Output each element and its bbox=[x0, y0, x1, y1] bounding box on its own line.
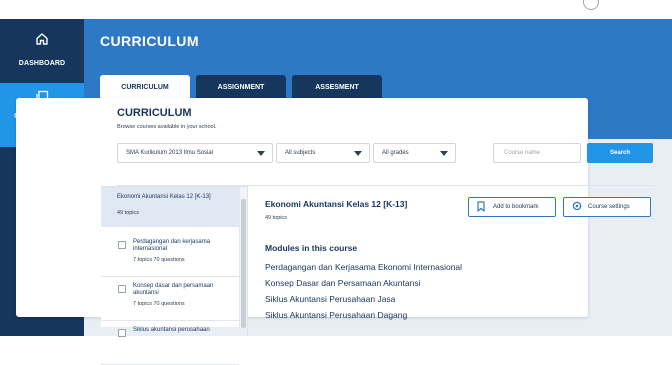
module-item[interactable]: Siklus Akuntansi Perusahaan Dagang bbox=[265, 310, 407, 320]
card-title: CURRICULUM bbox=[117, 107, 192, 119]
course-title: Ekonomi Akuntansi Kelas 12 [K-13] bbox=[117, 194, 211, 200]
list-item[interactable]: Konsep dasar dan persamaan akuntansi 7 t… bbox=[101, 277, 239, 321]
card-subtitle: Browse courses available in your school. bbox=[117, 124, 217, 130]
subject-select-value: All subjects bbox=[285, 150, 316, 156]
home-icon bbox=[0, 32, 84, 46]
module-item[interactable]: Siklus Akuntansi Perusahaan Jasa bbox=[265, 294, 395, 304]
grade-select-value: All grades bbox=[382, 150, 409, 156]
bookmark-icon bbox=[477, 201, 485, 220]
module-item[interactable]: Konsep Dasar dan Persamaan Akuntansi bbox=[265, 278, 420, 288]
modules-title: Modules in this course bbox=[265, 243, 358, 253]
chevron-down-icon bbox=[354, 151, 362, 156]
tab-assignment[interactable]: ASSIGNMENT bbox=[196, 75, 286, 100]
topic-count: 7 topics 70 questions bbox=[133, 301, 185, 307]
search-button[interactable]: Search bbox=[587, 143, 653, 163]
grade-select[interactable]: All grades bbox=[373, 143, 456, 163]
add-bookmark-label: Add to bookmark bbox=[493, 204, 539, 210]
scrollbar-thumb[interactable] bbox=[241, 199, 246, 328]
user-avatar[interactable] bbox=[583, 0, 599, 10]
topic-title: Siklus akuntansi perusahaan bbox=[133, 327, 210, 333]
page-title: CURRICULUM bbox=[100, 33, 199, 49]
curriculum-select-value: SMA Kurikulum 2013 Ilmu Sosial bbox=[126, 150, 214, 156]
top-bar bbox=[0, 0, 672, 19]
settings-icon bbox=[572, 201, 582, 219]
course-settings-button[interactable]: Course settings bbox=[563, 197, 651, 217]
list-scrollbar[interactable] bbox=[239, 187, 247, 328]
course-settings-label: Course settings bbox=[588, 204, 630, 210]
curriculum-select[interactable]: SMA Kurikulum 2013 Ilmu Sosial bbox=[117, 143, 273, 163]
tab-assesment[interactable]: ASSESMENT bbox=[292, 75, 382, 100]
module-item[interactable]: Perdagangan dan Kerjasama Ekonomi Intern… bbox=[265, 262, 462, 272]
list-item[interactable]: Perdagangan dan kerjasama internasional … bbox=[101, 233, 239, 277]
sidebar-item-label: DASHBOARD bbox=[18, 60, 66, 67]
topic-count: 7 topics 70 questions bbox=[133, 257, 185, 263]
topic-title: Konsep dasar dan persamaan akuntansi bbox=[133, 283, 214, 296]
tab-curriculum[interactable]: CURRICULUM bbox=[100, 75, 190, 100]
course-search-input[interactable]: Course name bbox=[493, 143, 581, 163]
topic-title: Perdagangan dan kerjasama internasional bbox=[133, 239, 211, 252]
chevron-down-icon bbox=[257, 151, 265, 156]
sidebar-item-dashboard[interactable]: DASHBOARD bbox=[0, 19, 84, 83]
course-list: Ekonomi Akuntansi Kelas 12 [K-13] 49 top… bbox=[101, 186, 247, 365]
course-detail-count: 49 topics bbox=[265, 215, 288, 221]
course-list-item-selected[interactable]: Ekonomi Akuntansi Kelas 12 [K-13] 49 top… bbox=[101, 187, 239, 227]
course-count: 49 topics bbox=[117, 210, 140, 216]
checkbox[interactable] bbox=[118, 285, 126, 293]
subject-select[interactable]: All subjects bbox=[276, 143, 370, 163]
chevron-down-icon bbox=[440, 151, 448, 156]
list-item[interactable]: Siklus akuntansi perusahaan bbox=[101, 321, 239, 365]
checkbox[interactable] bbox=[118, 241, 126, 249]
course-detail-title: Ekonomi Akuntansi Kelas 12 [K-13] bbox=[265, 199, 408, 209]
panel-divider bbox=[247, 186, 248, 336]
add-bookmark-button[interactable]: Add to bookmark bbox=[468, 197, 556, 217]
